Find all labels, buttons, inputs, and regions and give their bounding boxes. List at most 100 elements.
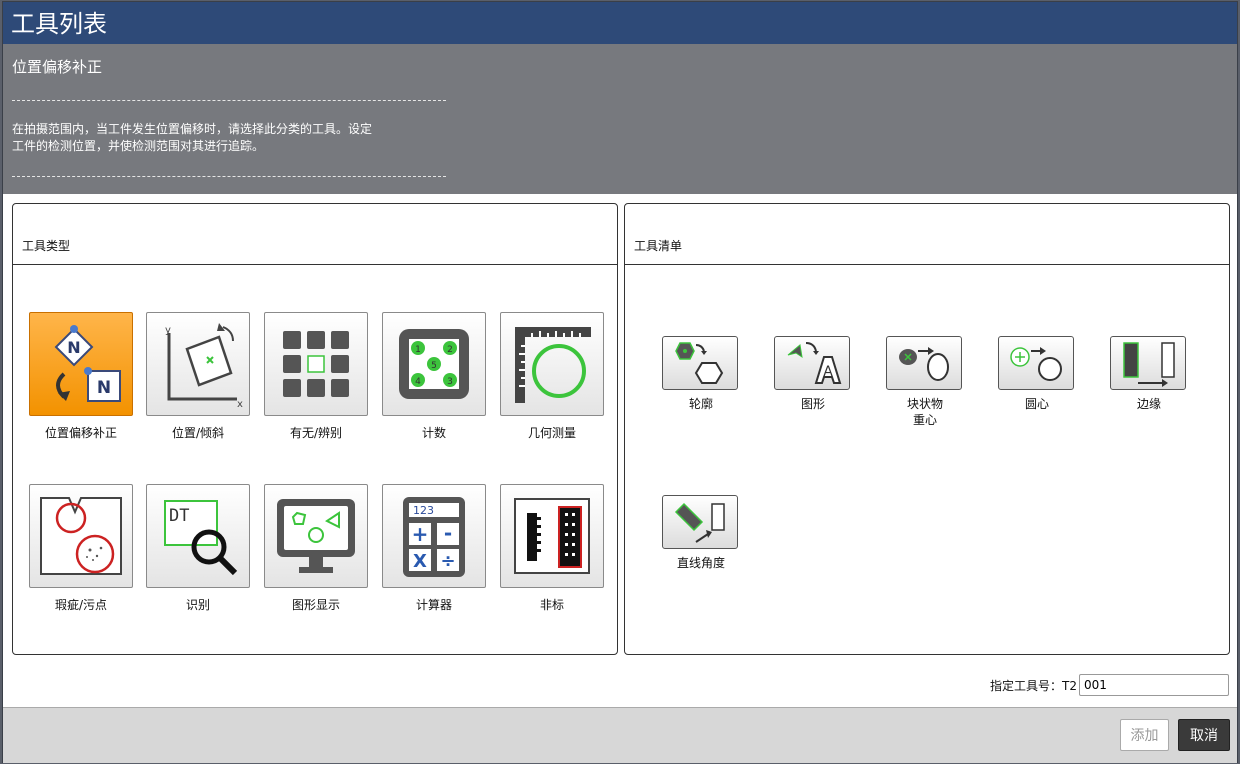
tool-pattern[interactable]: A 图形 [774,336,852,412]
contour-icon [675,342,724,384]
description-line: 在拍摄范围内，当工件发生位置偏移时，请选择此分类的工具。设定 [12,122,373,136]
tool-type-geometry[interactable]: 几何测量 [500,312,604,441]
tool-label: 边缘 [1136,397,1161,411]
svg-text:3: 3 [447,377,453,387]
tool-number-label: 指定工具号：T2 [990,678,1077,693]
tool-label: 直线角度 [676,556,725,570]
tool-button[interactable] [998,336,1074,390]
tool-type-label: 瑕疵/污点 [54,598,108,612]
tool-line-angle[interactable]: 直线角度 [662,495,740,571]
svg-text:2: 2 [447,345,453,355]
svg-text:5: 5 [431,361,437,371]
tool-types-title: 工具类型 [22,239,71,253]
tool-label: 图形 [800,397,825,411]
calculator-icon: 123 + - X ÷ [403,497,465,577]
tool-button[interactable] [662,495,738,549]
tool-type-ocr[interactable]: DT 识别 [146,484,250,613]
tile-button[interactable] [264,312,368,416]
tile-button[interactable] [264,484,368,588]
tool-blob-centroid[interactable]: 块状物 重心 [886,336,964,428]
svg-text:X: X [413,551,427,572]
tile-button[interactable] [500,312,604,416]
tool-list-dialog: 工具列表 位置偏移补正 在拍摄范围内，当工件发生位置偏移时，请选择此分类的工具。… [3,2,1237,763]
tool-label: 圆心 [1024,397,1049,411]
svg-text:N: N [97,378,111,398]
svg-text:A: A [823,364,833,380]
count-icon: 1 2 5 4 3 [399,329,469,399]
tool-type-label: 位置/倾斜 [171,426,225,440]
defect-stain-icon [40,497,122,575]
svg-text:÷: ÷ [440,551,455,572]
tile-button[interactable] [29,484,133,588]
line-angle-icon [674,502,725,543]
tool-type-label: 计算器 [415,598,452,612]
svg-text:+: + [412,522,429,546]
graphic-display-icon [277,499,355,573]
pattern-icon: A [787,342,842,384]
svg-text:y: y [165,325,171,336]
tool-button[interactable] [1110,336,1186,390]
geometry-measure-icon [515,327,591,403]
svg-text:-: - [444,521,452,545]
tool-type-position-tilt[interactable]: y x 位置/倾斜 [146,312,250,441]
tool-list-panel: 工具清单 轮廓 A 图形 块状物 重心 圆心 边缘 直线角度 [624,203,1230,655]
position-tilt-icon: y x [165,323,243,409]
dashed-divider [12,100,446,101]
dashed-divider [12,176,446,177]
tile-button[interactable]: DT [146,484,250,588]
tool-type-label: 识别 [185,598,210,612]
panel-header: 工具清单 [625,204,1229,265]
tool-edge[interactable]: 边缘 [1110,336,1188,412]
cancel-button[interactable]: 取消 [1178,719,1230,751]
tile-button[interactable]: N N [29,312,133,416]
tool-type-defect[interactable]: 瑕疵/污点 [29,484,133,613]
ocr-magnifier-icon: DT [164,500,238,576]
tool-type-label: 位置偏移补正 [44,426,117,440]
tool-list-title: 工具清单 [634,239,683,253]
tool-type-non-standard[interactable]: 非标 [500,484,604,613]
tool-button[interactable]: A [774,336,850,390]
add-button[interactable]: 添加 [1120,719,1169,751]
svg-text:123: 123 [413,504,434,517]
tool-button[interactable] [886,336,962,390]
blob-centroid-icon [899,347,949,381]
svg-text:N: N [67,338,80,357]
presence-grid-icon [283,331,349,397]
svg-text:DT: DT [169,506,189,526]
tool-number-row: 指定工具号：T2 [990,674,1229,696]
tool-circle-center[interactable]: 圆心 [998,336,1076,412]
svg-text:4: 4 [415,377,421,387]
tool-button[interactable] [662,336,738,390]
tile-button[interactable] [500,484,604,588]
tool-type-presence[interactable]: 有无/辨别 [264,312,368,441]
svg-text:x: x [237,399,243,409]
tool-label: 块状物 重心 [906,397,943,427]
tool-type-graphic-display[interactable]: 图形显示 [264,484,368,613]
category-heading: 位置偏移补正 [12,58,103,76]
tool-contour[interactable]: 轮廓 [662,336,740,412]
window-title: 工具列表 [3,2,1237,44]
dialog-footer: 添加 取消 [3,707,1237,763]
category-description: 位置偏移补正 在拍摄范围内，当工件发生位置偏移时，请选择此分类的工具。设定 工件… [3,44,1237,194]
tool-type-count[interactable]: 1 2 5 4 3 计数 [382,312,486,441]
panel-header: 工具类型 [13,204,617,265]
svg-text:1: 1 [415,345,421,355]
tool-label: 轮廓 [688,397,713,411]
tile-button[interactable]: 1 2 5 4 3 [382,312,486,416]
tool-type-calculator[interactable]: 123 + - X ÷ 计算器 [382,484,486,613]
tool-type-label: 非标 [539,598,564,612]
tool-type-label: 几何测量 [527,426,576,440]
tool-type-label: 计数 [421,426,446,440]
non-standard-icon [514,498,590,574]
description-line: 工件的检测位置，并使检测范围对其进行追踪。 [12,139,265,153]
tool-type-label: 图形显示 [291,598,340,612]
edge-icon [1123,342,1175,387]
tool-type-label: 有无/辨别 [289,426,343,440]
circle-center-icon [1010,347,1062,381]
tool-number-input[interactable] [1079,674,1229,696]
category-description-text: 在拍摄范围内，当工件发生位置偏移时，请选择此分类的工具。设定 工件的检测位置，并… [12,121,432,155]
position-offset-icon: N N [54,325,121,402]
tool-type-position-offset[interactable]: N N 位置偏移补正 [29,312,133,441]
tile-button[interactable]: y x [146,312,250,416]
tile-button[interactable]: 123 + - X ÷ [382,484,486,588]
